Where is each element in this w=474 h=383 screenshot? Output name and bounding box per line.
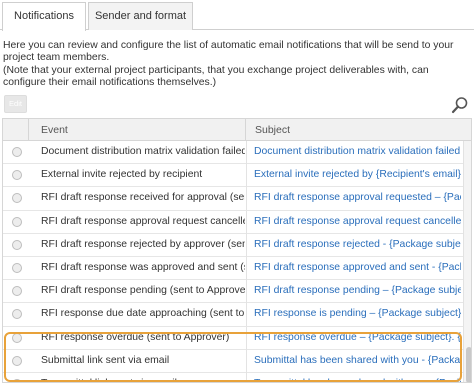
table-row[interactable]: Transmittal link sent via email Transmit… — [3, 372, 463, 382]
subject-link[interactable]: RFI response overdue – {Package subject}… — [254, 327, 461, 350]
subject-link[interactable]: RFI draft response approval requested – … — [254, 187, 461, 210]
column-divider — [246, 326, 247, 350]
subject-link[interactable]: RFI draft response approved and sent - {… — [254, 257, 461, 280]
table-row[interactable]: RFI draft response pending (sent to Appr… — [3, 280, 463, 304]
subject-link[interactable]: RFI draft response approval request canc… — [254, 211, 461, 234]
table-row[interactable]: Submittal link sent via email Submittal … — [3, 349, 463, 373]
table-row[interactable]: RFI draft response rejected by approver … — [3, 233, 463, 257]
event-cell: Submittal link sent via email — [41, 354, 170, 366]
row-radio[interactable] — [12, 170, 22, 181]
column-divider — [246, 187, 247, 211]
event-cell: Transmittal link sent via email — [41, 373, 245, 382]
event-cell: RFI response due date approaching (sent … — [41, 308, 245, 320]
subject-column-header[interactable]: Subject — [246, 119, 461, 141]
subject-link[interactable]: RFI draft response pending – {Package su… — [254, 280, 461, 303]
subject-link[interactable]: Transmittal has been shared with you - {… — [254, 373, 461, 382]
intro-line-1: Here you can review and configure the li… — [3, 40, 454, 64]
row-radio[interactable] — [12, 355, 22, 366]
event-cell: RFI draft response was approved and sent… — [41, 261, 245, 273]
event-cell: RFI draft response rejected by approver … — [41, 238, 245, 250]
tab-bar: Notifications Sender and format — [0, 0, 474, 31]
tab-sender-and-format[interactable]: Sender and format — [88, 2, 193, 30]
row-radio[interactable] — [12, 262, 22, 273]
row-radio[interactable] — [12, 216, 22, 227]
subject-link[interactable]: Document distribution matrix validation … — [254, 141, 461, 164]
column-divider — [246, 372, 247, 382]
table-row[interactable]: RFI response overdue (sent to Approver) … — [3, 326, 463, 350]
column-divider — [246, 233, 247, 257]
table-row[interactable]: RFI draft response was approved and sent… — [3, 256, 463, 281]
row-radio[interactable] — [12, 378, 22, 382]
event-cell: External invite rejected by recipient — [41, 169, 203, 181]
row-radio[interactable] — [12, 193, 22, 204]
subject-link[interactable]: RFI draft response rejected - {Package s… — [254, 234, 461, 257]
event-column-header[interactable]: Event — [29, 119, 246, 141]
subject-link[interactable]: Submittal has been shared with you - {Pa… — [254, 350, 461, 373]
search-icon[interactable] — [451, 96, 469, 114]
column-divider — [246, 256, 247, 280]
edit-button[interactable]: Edit — [4, 95, 27, 113]
notifications-table: Event Subject Document distribution matr… — [2, 118, 472, 383]
event-cell: RFI response overdue (sent to Approver) — [41, 331, 230, 343]
table-scrollbar[interactable] — [463, 141, 471, 382]
table-row[interactable]: External invite rejected by recipient Ex… — [3, 164, 463, 188]
table-row[interactable]: RFI response due date approaching (sent … — [3, 303, 463, 327]
tab-notifications[interactable]: Notifications — [2, 2, 86, 31]
scrollbar-thumb[interactable] — [466, 347, 471, 382]
intro-text: Here you can review and configure the li… — [3, 40, 471, 90]
table-body: Document distribution matrix validation … — [3, 141, 463, 382]
table-header: Event Subject — [3, 119, 471, 141]
column-divider — [246, 349, 247, 373]
select-column-header — [3, 119, 29, 141]
row-radio[interactable] — [12, 147, 22, 157]
column-divider — [246, 141, 247, 164]
event-cell: RFI draft response approval request canc… — [41, 215, 245, 227]
table-row[interactable]: RFI draft response approval request canc… — [3, 210, 463, 234]
column-divider — [246, 303, 247, 327]
table-row[interactable]: RFI draft response received for approval… — [3, 187, 463, 211]
column-divider — [246, 280, 247, 304]
table-row[interactable]: Document distribution matrix validation … — [3, 141, 463, 165]
row-radio[interactable] — [12, 239, 22, 250]
row-radio[interactable] — [12, 309, 22, 320]
column-divider — [246, 164, 247, 188]
event-cell: RFI draft response pending (sent to Appr… — [41, 285, 245, 297]
column-divider — [246, 210, 247, 234]
subject-link[interactable]: RFI response is pending – {Package subje… — [254, 303, 461, 326]
row-radio[interactable] — [12, 286, 22, 297]
event-cell: Document distribution matrix validation … — [41, 146, 245, 157]
subject-link[interactable]: External invite rejected by {Recipient's… — [254, 164, 461, 187]
row-radio[interactable] — [12, 332, 22, 343]
intro-line-2: (Note that your external project partici… — [3, 64, 429, 89]
event-cell: RFI draft response received for approval… — [41, 192, 245, 204]
